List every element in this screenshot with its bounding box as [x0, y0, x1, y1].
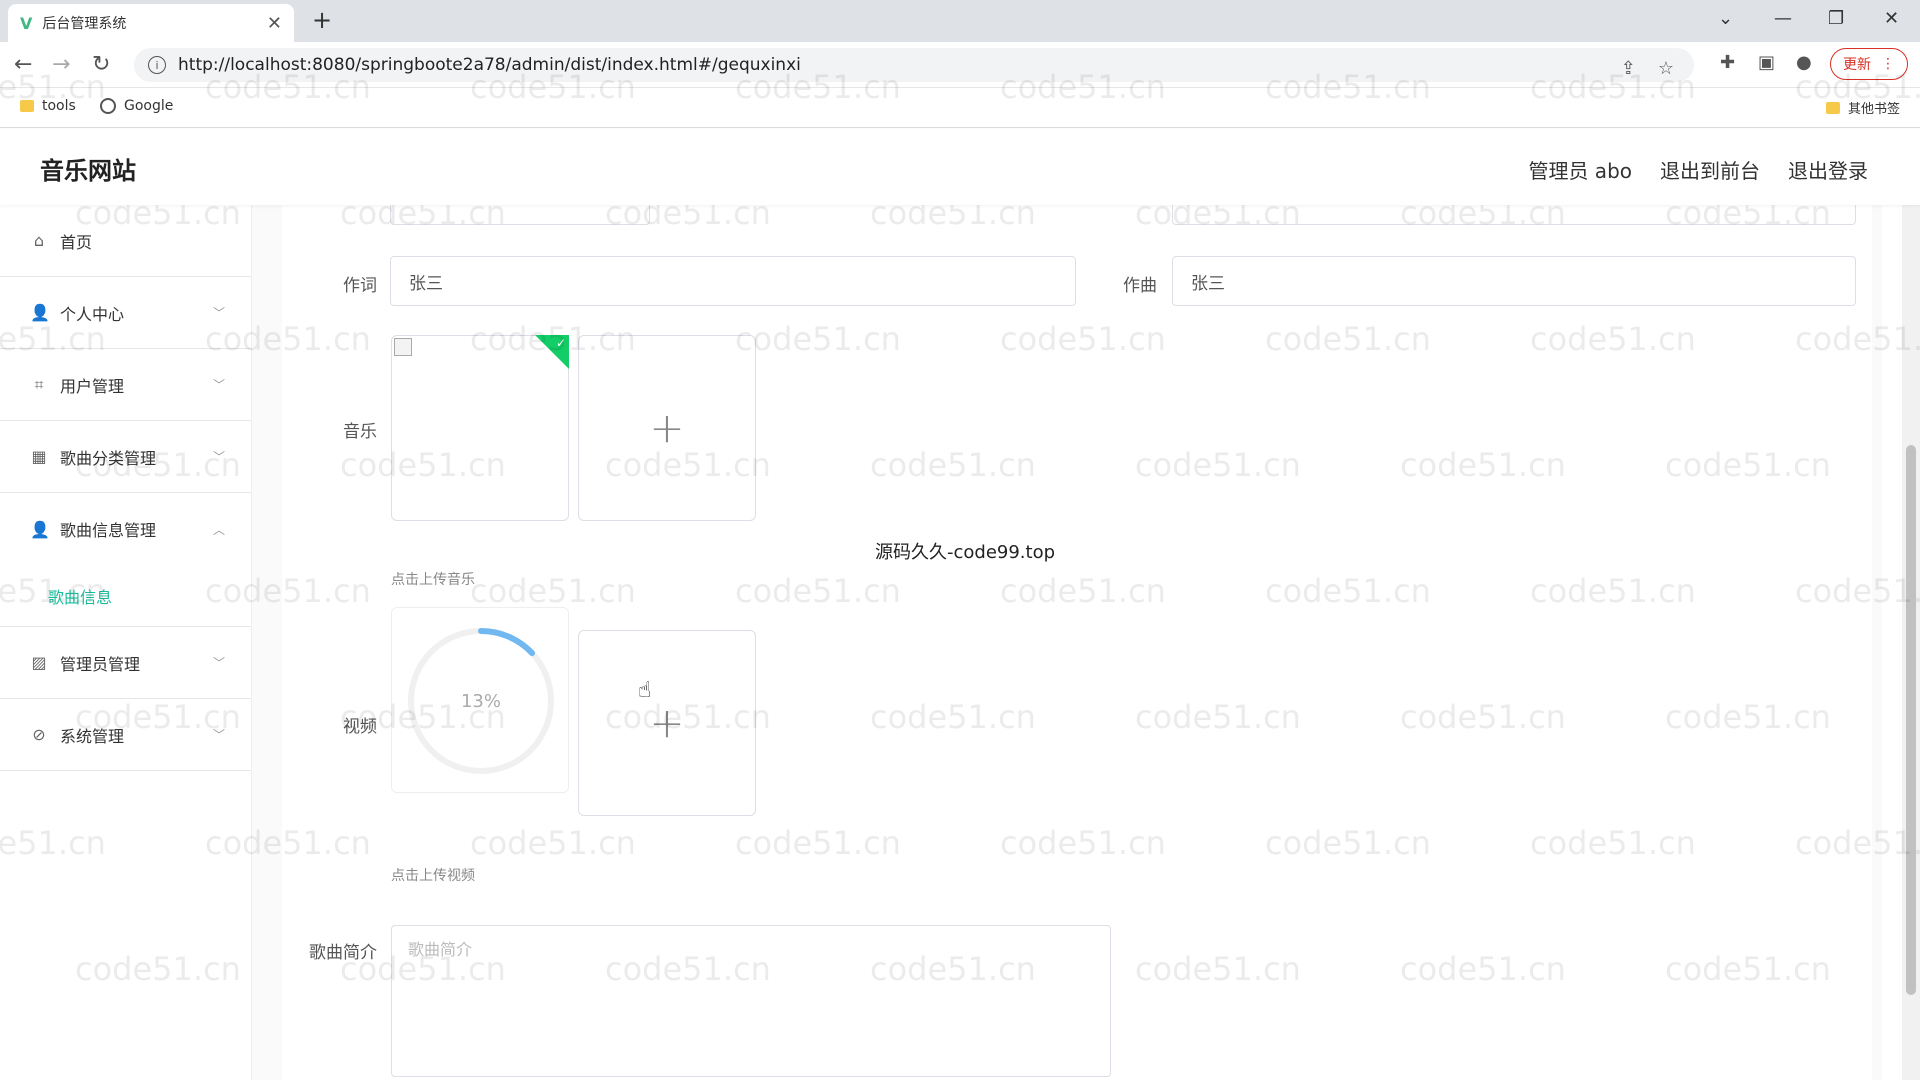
sidebar-item-label: 歌曲分类管理: [60, 448, 157, 468]
close-window-icon[interactable]: ✕: [1884, 8, 1899, 29]
song-form: 作词 张三 作曲 张三 音乐 ✓ + 点击上传音乐 视频 13% + 点击上传视…: [282, 205, 1872, 1080]
check-icon: ✓: [555, 336, 566, 350]
url-field[interactable]: i http://localhost:8080/springboote2a78/…: [134, 48, 1694, 82]
video-label: 视频: [343, 717, 377, 737]
progress-percent: 13%: [461, 691, 501, 712]
plus-icon: +: [649, 698, 685, 748]
sidebar-item-admin-management[interactable]: ▨ 管理员管理 ﹀: [0, 627, 251, 699]
bookmarks-bar: tools Google 其他书签: [0, 88, 1920, 128]
user-icon: 👤: [30, 303, 50, 322]
category-select-partial[interactable]: [390, 205, 650, 225]
video-upload-button[interactable]: +: [578, 630, 756, 816]
sidebar-item-label: 系统管理: [60, 726, 125, 746]
sidebar-subitem-song-info[interactable]: 歌曲信息: [0, 565, 251, 627]
other-bookmarks[interactable]: 其他书签: [1826, 98, 1900, 117]
sidebar-item-label: 用户管理: [60, 376, 125, 396]
folder-icon: [20, 100, 34, 112]
user-icon: 👤: [30, 519, 50, 539]
music-uploaded-file[interactable]: ✓: [391, 335, 569, 521]
side-panel-icon[interactable]: ▣: [1758, 52, 1775, 73]
intro-label: 歌曲简介: [309, 943, 377, 963]
browser-tab-bar: V 后台管理系统 ✕ + ⌄ — ❐ ✕: [0, 0, 1920, 42]
bookmark-google[interactable]: Google: [100, 98, 173, 114]
overlay-watermark-text: 源码久久-code99.top: [875, 542, 1056, 563]
tab-list-icon[interactable]: ⌄: [1718, 8, 1733, 29]
globe-icon: [100, 98, 116, 114]
chart-icon: ▨: [31, 653, 47, 672]
grid-icon: ▦: [31, 447, 47, 466]
home-icon: ⌂: [33, 231, 45, 250]
sidebar-item-label: 管理员管理: [60, 654, 141, 674]
share-icon[interactable]: ⇪: [1621, 58, 1636, 79]
vue-logo-icon: V: [20, 13, 33, 33]
minimize-icon[interactable]: —: [1774, 8, 1792, 29]
chevron-down-icon: ﹀: [212, 450, 225, 464]
admin-name: 管理员 abo: [1528, 159, 1632, 183]
app-header: 音乐网站 管理员 abo 退出到前台 退出登录: [0, 129, 1920, 205]
update-label: 更新: [1843, 57, 1871, 73]
lyricist-input[interactable]: 张三: [390, 256, 1076, 306]
restore-icon[interactable]: ❐: [1828, 8, 1844, 29]
sidebar-item-song-management[interactable]: 👤 歌曲信息管理 ︿: [0, 493, 251, 565]
sidebar-item-category-management[interactable]: ▦ 歌曲分类管理 ﹀: [0, 421, 251, 493]
chevron-up-icon: ︿: [212, 522, 225, 537]
logout-link[interactable]: 退出登录: [1788, 155, 1868, 184]
main-content: 作词 张三 作曲 张三 音乐 ✓ + 点击上传音乐 视频 13% + 点击上传视…: [252, 205, 1882, 1080]
new-tab-icon[interactable]: +: [312, 6, 332, 34]
lyricist-label: 作词: [343, 276, 377, 296]
music-upload-button[interactable]: +: [578, 335, 756, 521]
bookmark-star-icon[interactable]: ☆: [1658, 58, 1674, 79]
exit-to-front-link[interactable]: 退出到前台: [1660, 155, 1760, 184]
tab-title: 后台管理系统: [42, 16, 127, 32]
other-bookmarks-label: 其他书签: [1848, 102, 1901, 117]
music-label: 音乐: [343, 422, 377, 442]
chevron-down-icon: ﹀: [212, 378, 225, 392]
sidebar-item-label: 首页: [60, 232, 93, 252]
crop-icon: ⌗: [34, 374, 44, 394]
bookmark-label: tools: [42, 98, 76, 114]
browser-tab[interactable]: V 后台管理系统 ✕: [8, 4, 294, 42]
sidebar-item-system-management[interactable]: ⊘ 系统管理 ﹀: [0, 699, 251, 771]
address-bar: ← → ↻ i http://localhost:8080/springboot…: [0, 42, 1920, 88]
url-text: http://localhost:8080/springboote2a78/ad…: [178, 55, 801, 75]
hand-cursor-icon: ☝: [638, 678, 652, 703]
scrollbar-thumb[interactable]: [1906, 445, 1916, 995]
folder-icon: [1826, 101, 1840, 114]
sidebar-item-label: 歌曲信息管理: [60, 521, 157, 540]
music-upload-tip: 点击上传音乐: [391, 572, 475, 588]
extensions-icon[interactable]: ✚: [1720, 52, 1735, 73]
app-title: 音乐网站: [40, 157, 136, 185]
sidebar-item-home[interactable]: ⌂ 首页: [0, 205, 251, 277]
profile-icon[interactable]: ●: [1796, 52, 1812, 73]
chevron-down-icon: ﹀: [212, 306, 225, 320]
reload-icon[interactable]: ↻: [92, 52, 110, 77]
composer-label: 作曲: [1123, 276, 1157, 296]
update-button[interactable]: 更新 ⋮: [1830, 48, 1908, 80]
sidebar-item-user-management[interactable]: ⌗ 用户管理 ﹀: [0, 349, 251, 421]
bookmark-tools[interactable]: tools: [20, 98, 76, 114]
back-icon[interactable]: ←: [14, 52, 32, 77]
bookmark-label: Google: [124, 98, 174, 114]
more-menu-icon[interactable]: ⋮: [1881, 56, 1895, 72]
site-info-icon[interactable]: i: [148, 56, 166, 74]
progress-circle: 13%: [408, 628, 554, 774]
plus-icon: +: [649, 403, 685, 453]
broken-image-icon: [394, 338, 412, 356]
bell-off-icon: ⊘: [32, 725, 46, 744]
composer-input[interactable]: 张三: [1172, 256, 1856, 306]
sidebar-item-label: 个人中心: [60, 304, 125, 324]
sidebar-subitem-label: 歌曲信息: [48, 587, 113, 607]
close-tab-icon[interactable]: ✕: [267, 13, 282, 34]
video-upload-progress: 13%: [391, 607, 569, 793]
chevron-down-icon: ﹀: [212, 656, 225, 670]
scrollbar[interactable]: [1902, 205, 1920, 1080]
forward-icon[interactable]: →: [52, 52, 70, 77]
video-upload-tip: 点击上传视频: [391, 868, 475, 884]
chevron-down-icon: ﹀: [212, 728, 225, 742]
singer-field-partial[interactable]: [1172, 205, 1856, 225]
intro-textarea[interactable]: 歌曲简介: [391, 925, 1111, 1077]
sidebar-item-personal-center[interactable]: 👤 个人中心 ﹀: [0, 277, 251, 349]
sidebar: ⌂ 首页 👤 个人中心 ﹀ ⌗ 用户管理 ﹀ ▦ 歌曲分类管理 ﹀ 👤 歌曲信息…: [0, 205, 252, 1080]
